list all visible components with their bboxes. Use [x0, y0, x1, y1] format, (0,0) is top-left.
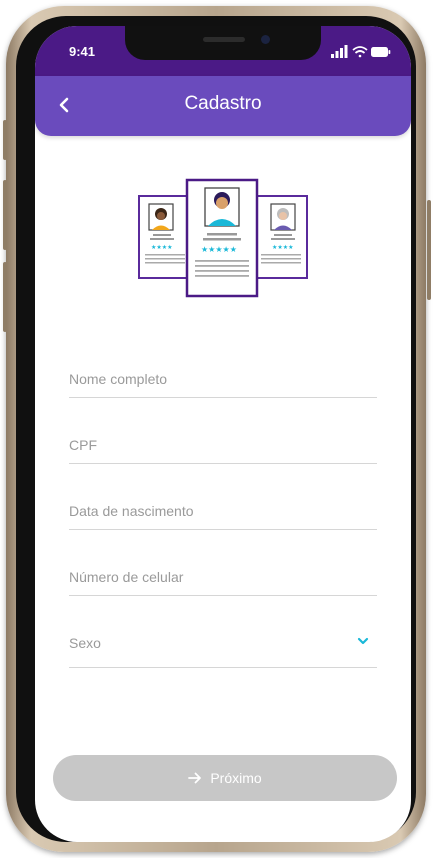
profile-cards-illustration: ★★★★ ★★★★ ★★★★★: [138, 178, 308, 298]
svg-text:★★★★: ★★★★: [151, 244, 173, 251]
cpf-field: [69, 427, 377, 464]
notch: [125, 26, 321, 60]
battery-icon: [371, 47, 391, 57]
phone-field: [69, 559, 377, 596]
birthdate-input[interactable]: [69, 493, 377, 529]
status-icons: [331, 45, 391, 58]
volume-up-button: [3, 180, 7, 250]
svg-text:★★★★: ★★★★: [272, 244, 294, 251]
full-name-input[interactable]: [69, 361, 377, 397]
signal-icon: [331, 45, 348, 58]
status-time: 9:41: [69, 44, 96, 59]
next-button-label: Próximo: [210, 770, 262, 786]
power-button: [427, 200, 431, 300]
profile-card-right: ★★★★: [254, 195, 308, 279]
volume-down-button: [3, 262, 7, 332]
mute-switch: [3, 120, 7, 160]
svg-text:★★★★★: ★★★★★: [201, 245, 237, 254]
sex-select-label: Sexo: [69, 635, 101, 651]
chevron-down-icon: [357, 637, 369, 645]
front-camera: [261, 35, 270, 44]
birthdate-field: [69, 493, 377, 530]
arrow-right-icon: [188, 772, 202, 784]
speaker-grille: [203, 37, 245, 42]
phone-input[interactable]: [69, 559, 377, 595]
sex-select[interactable]: Sexo: [69, 625, 377, 668]
page-title: Cadastro: [184, 93, 262, 114]
profile-card-left: ★★★★: [138, 195, 192, 279]
next-button[interactable]: Próximo: [53, 755, 397, 801]
profile-card-center: ★★★★★: [185, 178, 259, 298]
screen: 9:41 Cadastro ★★★★ ★★★★ ★★★★★ Nome compl…: [35, 26, 411, 842]
cpf-input[interactable]: [69, 427, 377, 463]
status-bar: 9:41: [35, 26, 411, 76]
wifi-icon: [352, 46, 368, 58]
full-name-field: [69, 361, 377, 398]
app-header: Cadastro: [35, 76, 411, 136]
